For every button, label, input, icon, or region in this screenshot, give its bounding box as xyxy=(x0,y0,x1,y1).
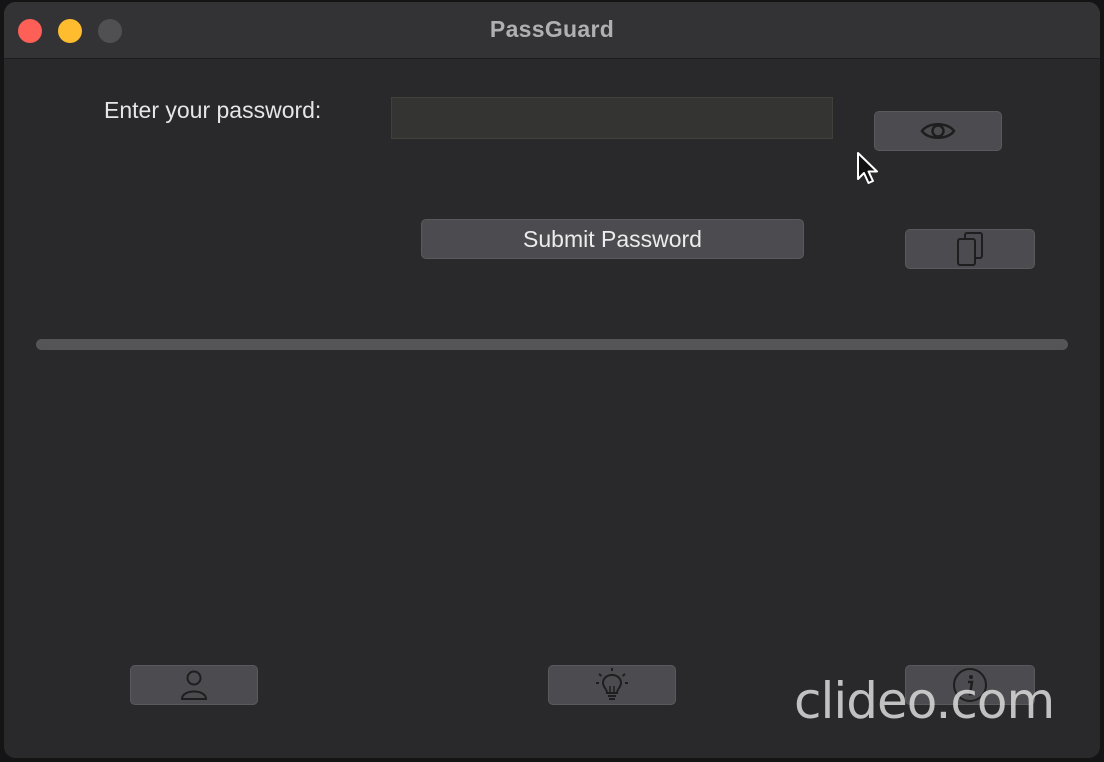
window-title: PassGuard xyxy=(489,16,615,42)
password-input[interactable] xyxy=(391,97,833,139)
eye-icon xyxy=(920,123,956,139)
show-password-button[interactable] xyxy=(874,111,1002,151)
tips-button[interactable] xyxy=(548,665,676,705)
app-window: PassGuard Enter your password: Submit Pa… xyxy=(4,2,1100,758)
user-icon xyxy=(180,670,208,700)
lightbulb-icon xyxy=(596,668,628,700)
account-button[interactable] xyxy=(130,665,258,705)
title-bar[interactable]: PassGuard xyxy=(4,2,1100,59)
copy-button[interactable] xyxy=(905,229,1035,269)
strength-progress-bar xyxy=(36,339,1068,350)
copy-icon xyxy=(957,232,983,266)
submit-password-button[interactable]: Submit Password xyxy=(421,219,804,259)
main-content: Enter your password: Submit Password xyxy=(4,59,1100,758)
mouse-cursor-icon xyxy=(857,152,878,184)
watermark: clideo.com xyxy=(794,672,1055,730)
password-label: Enter your password: xyxy=(104,97,322,123)
